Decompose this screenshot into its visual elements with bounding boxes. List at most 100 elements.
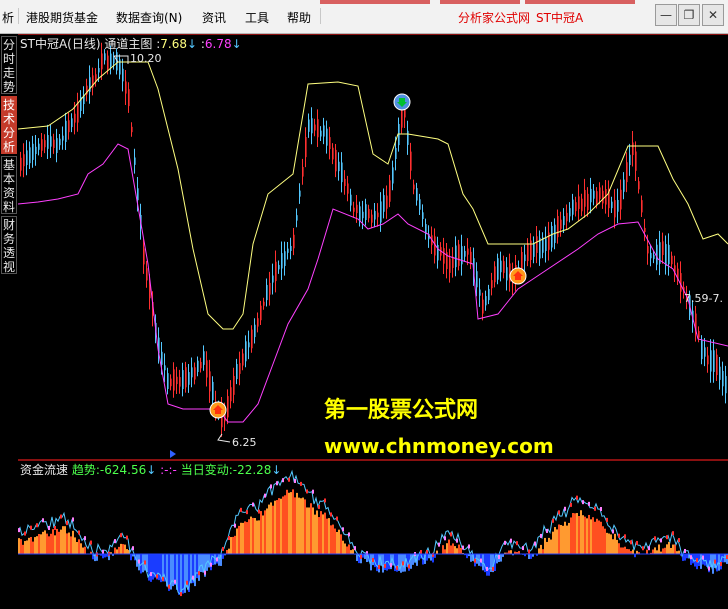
menu-item-news[interactable]: 资讯 <box>202 9 226 26</box>
fund-flow-bar-positive <box>24 541 26 554</box>
fund-flow-bar-positive <box>324 512 326 554</box>
tab-financials[interactable]: 财务透视 <box>1 216 17 274</box>
menu-item-help[interactable]: 帮助 <box>287 9 311 26</box>
fund-flow-bar-negative <box>152 554 154 580</box>
fund-flow-bar-positive <box>624 546 626 554</box>
fund-flow-bar-positive <box>596 518 598 554</box>
fund-flow-bar-positive <box>288 492 290 554</box>
candle-body <box>323 125 325 137</box>
candle-body <box>257 318 259 327</box>
candle-body <box>269 282 271 295</box>
candle-body <box>344 178 346 186</box>
fund-flow-bar-positive <box>32 541 34 554</box>
restore-button[interactable]: ❐ <box>678 4 700 26</box>
fund-flow-dot <box>660 538 662 543</box>
fund-flow-bar-positive <box>76 541 78 554</box>
fund-flow-bar-positive <box>460 547 462 554</box>
fund-flow-bar-positive <box>588 514 590 554</box>
fund-flow-bar-positive <box>578 515 580 554</box>
candle-body <box>410 151 412 171</box>
fund-flow-dot <box>288 477 290 482</box>
candle-body <box>287 248 289 253</box>
menu-item-hk-futures-funds[interactable]: 港股期货基金 <box>26 9 98 26</box>
fund-flow-bar-positive <box>252 517 254 554</box>
fund-flow-bar-positive <box>70 536 72 554</box>
candle-body <box>614 200 616 218</box>
candle-body <box>53 139 55 148</box>
candle-body <box>170 378 172 387</box>
fund-flow-bar-positive <box>304 499 306 554</box>
fund-flow-bar-positive <box>22 544 24 554</box>
fund-flow-chart[interactable] <box>18 460 728 609</box>
candle-body <box>59 138 61 146</box>
fund-flow-dot <box>546 528 548 533</box>
candle-body <box>497 258 499 280</box>
fund-flow-dot <box>24 531 26 536</box>
candle-body <box>47 134 49 149</box>
fund-flow-dot <box>60 514 62 519</box>
fund-flow-dot <box>624 534 626 539</box>
fund-flow-bar-positive <box>38 534 40 554</box>
fund-flow-bar-positive <box>300 498 302 554</box>
fund-flow-bar-positive <box>248 519 250 554</box>
candle-body <box>200 361 202 369</box>
fund-flow-bar-positive <box>444 549 446 554</box>
fund-flow-dot <box>582 500 584 505</box>
candle-body <box>548 232 550 250</box>
fund-flow-panel[interactable]: 资金流速 趋势:-624.56↓ :-:- 当日变动:-22.28↓ <box>18 460 728 609</box>
candle-body <box>191 367 193 378</box>
menu-item-analysis[interactable]: 析 <box>2 9 14 26</box>
fund-flow-bar-positive <box>78 539 80 554</box>
menu-item-tools[interactable]: 工具 <box>245 9 269 26</box>
candle-body <box>212 381 214 401</box>
daily-change-value: -22.28 <box>232 463 272 477</box>
fund-flow-dot <box>300 481 302 486</box>
minimize-button[interactable]: — <box>655 4 677 26</box>
fund-flow-bar-positive <box>274 500 276 554</box>
tab-technical-analysis[interactable]: 技术分析 <box>1 96 17 154</box>
fund-flow-bar-negative <box>102 554 104 559</box>
candle-body <box>665 244 667 266</box>
fund-flow-bar-positive <box>120 543 122 554</box>
fund-flow-bar-positive <box>240 522 242 554</box>
candle-body <box>38 143 40 150</box>
fund-flow-bar-positive <box>326 518 328 554</box>
candle-body <box>266 284 268 301</box>
tab-intraday[interactable]: 分时走势 <box>1 36 17 94</box>
fund-flow-bar-positive <box>548 537 550 554</box>
fund-flow-bar-positive <box>448 539 450 554</box>
fund-flow-bar-positive <box>266 508 268 554</box>
candle-body <box>527 243 529 262</box>
fund-flow-dot <box>612 529 614 534</box>
fund-flow-bar-positive <box>564 521 566 554</box>
fund-flow-bar-positive <box>606 532 608 554</box>
close-button[interactable]: ✕ <box>702 4 724 26</box>
main-chart-panel[interactable]: 10.20 6.25 7.59-7. ST中冠A(日线) 通道主图 :7.68↓ :… <box>18 34 728 460</box>
fund-flow-bar-positive <box>584 516 586 554</box>
watermark-url: www.chnmoney.com <box>324 434 554 458</box>
sell-signal-icon <box>393 93 411 111</box>
fund-flow-bar-negative <box>410 554 412 569</box>
menu-item-data-query[interactable]: 数据查询(N) <box>116 9 182 26</box>
candle-body <box>29 147 31 164</box>
fund-flow-bar-positive <box>652 549 654 554</box>
mid-text: :-:- <box>160 463 177 477</box>
tab-basic-info[interactable]: 基本资料 <box>1 156 17 214</box>
candle-body <box>395 148 397 160</box>
fund-flow-bar-positive <box>118 546 120 554</box>
fund-flow-bar-positive <box>30 536 32 554</box>
candle-body <box>107 55 109 70</box>
fund-flow-bar-positive <box>258 520 260 554</box>
candle-body <box>371 214 373 223</box>
candle-body <box>386 195 388 209</box>
fund-flow-bar-positive <box>298 497 300 554</box>
fund-flow-dot <box>474 558 476 563</box>
candle-body <box>719 366 721 380</box>
fund-flow-dot <box>240 507 242 512</box>
fund-flow-bar-positive <box>68 532 70 554</box>
tab-strip <box>320 0 430 4</box>
candle-body <box>173 369 175 391</box>
candle-body <box>560 219 562 229</box>
fund-flow-bar-positive <box>330 525 332 554</box>
fund-flow-bar-positive <box>458 544 460 554</box>
